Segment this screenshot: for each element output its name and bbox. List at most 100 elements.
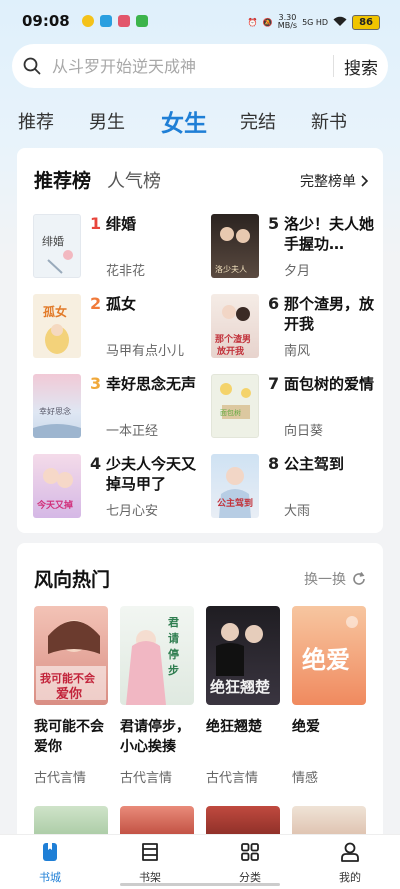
book-title: 绝狂翘楚: [206, 719, 262, 735]
book-cover: 绝爱: [292, 606, 366, 705]
nav-bookshelf[interactable]: 书架: [120, 841, 180, 885]
rank-number: 2: [90, 294, 102, 313]
book-cover: 面包树: [211, 374, 259, 438]
rank-number: 3: [90, 374, 102, 393]
nav-category[interactable]: 分类: [220, 841, 280, 885]
book-cover: 幸好思念: [33, 374, 81, 438]
rank-number: 4: [90, 454, 102, 473]
rank-number: 5: [268, 214, 280, 233]
book-title: 我可能不会爱你: [34, 719, 104, 755]
home-indicator[interactable]: [120, 883, 280, 886]
status-time: 09:08: [22, 12, 70, 30]
book-author: 马甲有点小儿: [106, 344, 185, 359]
book-title: 孤女: [106, 295, 137, 313]
bookstore-icon: [43, 843, 57, 861]
search-input[interactable]: [52, 56, 333, 76]
trending-card: 风向热门 换一换 我可能不会 爱你 我可能不会爱你 古代言情 君请停步 君请停步，…: [17, 543, 383, 853]
bottom-navigation: 书城 书架 分类 我的: [0, 834, 400, 889]
book-genre: 古代言情: [206, 771, 259, 786]
telegram-icon: [100, 15, 112, 27]
tab-female[interactable]: 女生: [161, 104, 207, 138]
alarm-icon: ⏰: [247, 17, 258, 27]
status-indicators: ⏰ 🔕 3.30 MB/s 5G HD 86: [248, 14, 380, 30]
svg-text:请: 请: [168, 631, 179, 645]
app-icon: [118, 15, 130, 27]
svg-text:我可能不会: 我可能不会: [40, 671, 96, 685]
rank-number: 1: [90, 214, 102, 233]
svg-text:步: 步: [168, 663, 179, 677]
book-title: 那个渣男，放开我: [284, 295, 375, 333]
svg-text:那个渣男: 那个渣男: [215, 333, 251, 345]
book-cover: 绝狂翘楚: [206, 606, 280, 705]
category-icon: [241, 843, 259, 861]
status-bar: 09:08 ⏰ 🔕 3.30 MB/s 5G HD 86: [0, 0, 400, 44]
rank-number: 7: [268, 374, 280, 393]
rank-number: 6: [268, 294, 280, 313]
ranked-book[interactable]: 绯婚 1 绯婚 花非花: [33, 214, 208, 286]
search-bar[interactable]: 搜索: [12, 44, 388, 88]
book-author: 夕月: [284, 264, 311, 279]
book-author: 花非花: [106, 264, 146, 279]
svg-text:绝狂翘楚: 绝狂翘楚: [210, 678, 271, 696]
svg-text:幸好思念: 幸好思念: [39, 406, 71, 416]
book-cover: 公主驾到: [211, 454, 259, 518]
book-title: 绯婚: [106, 215, 137, 233]
bookshelf-icon: [142, 843, 158, 861]
svg-text:面包树: 面包树: [220, 408, 241, 417]
ranked-book[interactable]: 幸好思念 3 幸好思念无声 一本正经: [33, 374, 208, 446]
book-title: 公主驾到: [284, 455, 345, 473]
book-author: 南风: [284, 344, 311, 359]
network-speed: 3.30 MB/s: [277, 13, 298, 30]
svg-text:绯婚: 绯婚: [42, 234, 64, 248]
ranked-book[interactable]: 今天又掉 4 少夫人今天又掉马甲了 七月心安: [33, 454, 208, 526]
book-title: 少夫人今天又掉马甲了: [106, 455, 197, 493]
tab-recommend[interactable]: 推荐: [18, 108, 54, 134]
ranked-book[interactable]: 公主驾到 8 公主驾到 大雨: [211, 454, 386, 526]
status-app-icons: [82, 15, 148, 27]
svg-text:绝爱: 绝爱: [302, 645, 350, 674]
tab-completed[interactable]: 完结: [240, 108, 276, 134]
trending-book[interactable]: 绝爱 绝爱 情感: [292, 606, 366, 786]
trending-book[interactable]: 绝狂翘楚 绝狂翘楚 古代言情: [206, 606, 280, 786]
svg-text:公主驾到: 公主驾到: [217, 497, 253, 509]
svg-text:今天又掉: 今天又掉: [36, 499, 73, 511]
book-genre: 古代言情: [120, 771, 173, 786]
ranked-book[interactable]: 洛少夫人 5 洛少！夫人她手握功… 夕月: [211, 214, 386, 286]
tab-male[interactable]: 男生: [89, 108, 125, 134]
trending-book[interactable]: 我可能不会 爱你 我可能不会爱你 古代言情: [34, 606, 108, 786]
chevron-right-icon: [361, 175, 369, 187]
ranked-book[interactable]: 孤女 2 孤女 马甲有点小儿: [33, 294, 208, 366]
category-tabs: 推荐 男生 女生 完结 新书: [0, 100, 400, 140]
book-cover: 君请停步: [120, 606, 194, 705]
nav-bookstore[interactable]: 书城: [20, 841, 80, 885]
book-cover: 洛少夫人: [211, 214, 259, 278]
book-cover: 我可能不会 爱你: [34, 606, 108, 705]
svg-text:君: 君: [168, 616, 179, 629]
trending-book[interactable]: 君请停步 君请停步，小心挨揍 古代言情: [120, 606, 194, 786]
nav-profile[interactable]: 我的: [320, 841, 380, 885]
refresh-button[interactable]: 换一换: [304, 569, 367, 589]
svg-text:洛少夫人: 洛少夫人: [215, 264, 247, 274]
mute-icon: 🔕: [262, 17, 273, 27]
search-button[interactable]: 搜索: [334, 54, 388, 79]
app-icon: [136, 15, 148, 27]
wifi-icon: [333, 16, 347, 29]
rank-number: 8: [268, 454, 280, 473]
book-title: 面包树的爱情: [284, 375, 375, 393]
ranked-book[interactable]: 那个渣男 放开我 6 那个渣男，放开我 南风: [211, 294, 386, 366]
ranking-card: 推荐榜 人气榜 完整榜单 绯婚 1 绯婚 花非花 孤女 2 孤女 马甲有点小儿 …: [17, 148, 383, 533]
notification-icon: [82, 15, 94, 27]
battery-indicator: 86: [352, 14, 380, 30]
book-genre: 情感: [292, 771, 319, 786]
full-list-link[interactable]: 完整榜单: [300, 171, 369, 191]
tab-new-books[interactable]: 新书: [311, 108, 347, 134]
tab-popular-list[interactable]: 人气榜: [107, 167, 161, 193]
svg-text:孤女: 孤女: [43, 304, 67, 319]
book-cover: 孤女: [33, 294, 81, 358]
svg-text:放开我: 放开我: [216, 345, 244, 357]
book-author: 大雨: [284, 504, 311, 519]
ranked-book[interactable]: 面包树 7 面包树的爱情 向日葵: [211, 374, 386, 446]
book-genre: 古代言情: [34, 771, 87, 786]
tab-recommend-list[interactable]: 推荐榜: [34, 166, 91, 193]
refresh-icon: [353, 572, 365, 585]
